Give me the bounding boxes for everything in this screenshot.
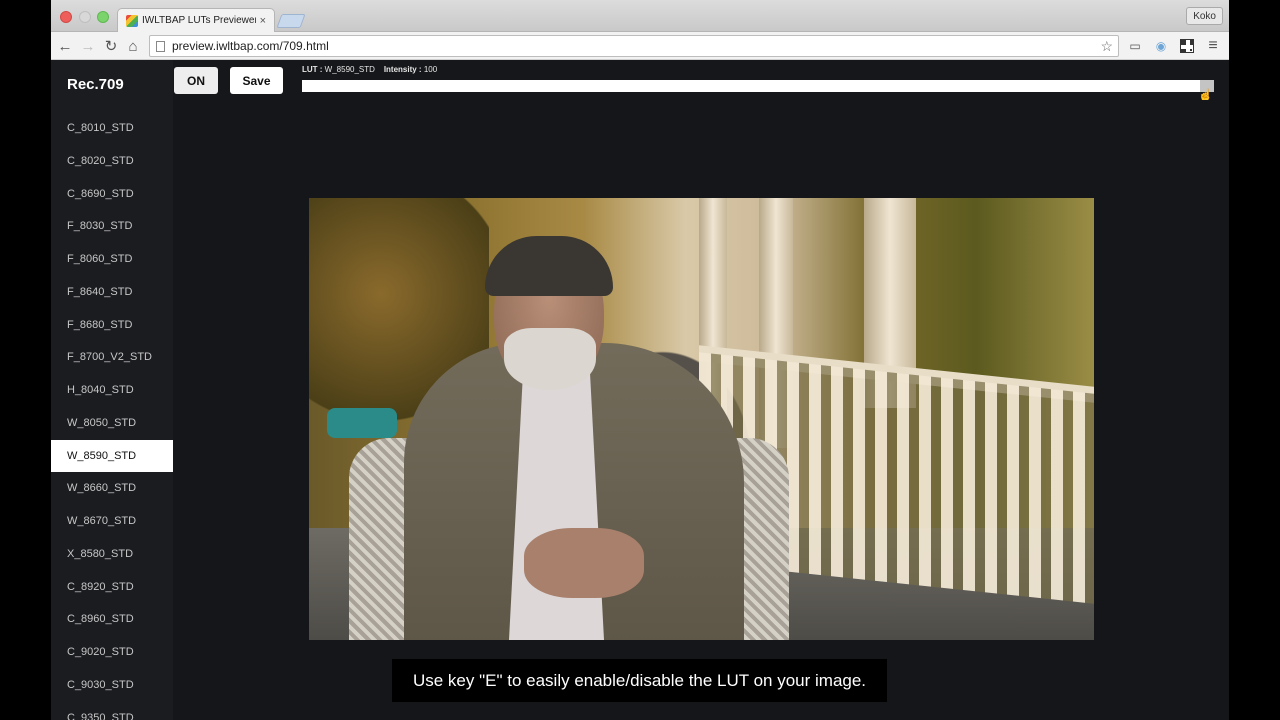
address-url[interactable]: preview.iwltbap.com/709.html: [172, 39, 1100, 53]
new-tab-button[interactable]: [276, 14, 306, 28]
hint-caption: Use key "E" to easily enable/disable the…: [392, 659, 887, 702]
lut-item[interactable]: H_8040_STD: [51, 374, 173, 407]
bookmark-star-icon[interactable]: ☆: [1100, 38, 1113, 55]
lut-item[interactable]: W_8590_STD: [51, 439, 173, 473]
lut-label: LUT :: [302, 65, 323, 74]
lut-item[interactable]: W_8660_STD: [51, 472, 173, 505]
close-window-button[interactable]: [60, 11, 72, 23]
intensity-label: Intensity :: [383, 65, 422, 74]
lut-item[interactable]: F_8700_V2_STD: [51, 341, 173, 374]
qr-code-icon[interactable]: [1179, 38, 1195, 54]
tab-close-icon[interactable]: ×: [260, 15, 266, 27]
tab-bar: IWLTBAP LUTs Previewer × Koko: [51, 0, 1229, 32]
preview-image: [309, 198, 1094, 640]
lut-item[interactable]: C_8690_STD: [51, 178, 173, 211]
intensity-slider[interactable]: [302, 80, 1214, 92]
home-icon[interactable]: ⌂: [123, 36, 143, 56]
page-icon: [156, 40, 165, 52]
profile-button[interactable]: Koko: [1186, 7, 1223, 25]
lut-item[interactable]: F_8030_STD: [51, 210, 173, 243]
lut-list: C_8010_STD C_8020_STD C_8690_STD F_8030_STD…: [51, 112, 173, 720]
intensity-value: 100: [423, 65, 438, 74]
brand-title: Rec.709: [67, 76, 124, 93]
lut-item[interactable]: W_8670_STD: [51, 505, 173, 538]
lut-item[interactable]: C_8960_STD: [51, 603, 173, 636]
tab-title: IWLTBAP LUTs Previewer: [142, 15, 256, 26]
lut-item[interactable]: C_9350_STD: [51, 702, 173, 720]
save-button[interactable]: Save: [230, 67, 283, 94]
lut-value: W_8590_STD: [324, 65, 375, 74]
forward-arrow-icon[interactable]: →: [78, 36, 98, 56]
lut-status: LUT : W_8590_STD Intensity : 100: [302, 65, 437, 74]
reload-icon[interactable]: ↻: [101, 36, 121, 56]
favicon-icon: [126, 14, 138, 27]
back-arrow-icon[interactable]: ←: [55, 36, 75, 56]
maximize-window-button[interactable]: [97, 11, 109, 23]
image-viewer: [173, 100, 1229, 720]
address-bar[interactable]: preview.iwltbap.com/709.html ☆: [149, 35, 1119, 57]
lut-item[interactable]: F_8640_STD: [51, 276, 173, 309]
app-content: Rec.709 C_8010_STD C_8020_STD C_8690_STD F_…: [51, 60, 1229, 720]
lut-item[interactable]: F_8060_STD: [51, 243, 173, 276]
tab-active[interactable]: IWLTBAP LUTs Previewer ×: [117, 8, 275, 32]
browser-toolbar: ← → ↻ ⌂ preview.iwltbap.com/709.html ☆ ▭…: [51, 32, 1229, 60]
lut-toggle-button[interactable]: ON: [174, 67, 218, 94]
lut-item[interactable]: W_8050_STD: [51, 407, 173, 440]
lut-item[interactable]: C_8010_STD: [51, 112, 173, 145]
lut-item[interactable]: C_9020_STD: [51, 636, 173, 669]
lut-item[interactable]: F_8680_STD: [51, 309, 173, 342]
lut-item[interactable]: C_9030_STD: [51, 669, 173, 702]
browser-menu-icon[interactable]: ≡: [1205, 37, 1221, 54]
browser-window: IWLTBAP LUTs Previewer × Koko ← → ↻ ⌂ pr…: [51, 0, 1229, 720]
cast-icon[interactable]: ▭: [1127, 38, 1143, 54]
lut-item[interactable]: X_8580_STD: [51, 538, 173, 571]
minimize-window-button[interactable]: [79, 11, 91, 23]
lut-item[interactable]: C_8920_STD: [51, 571, 173, 604]
camera-extension-icon[interactable]: ◉: [1153, 38, 1169, 54]
lut-sidebar: Rec.709 C_8010_STD C_8020_STD C_8690_STD F_…: [51, 60, 173, 720]
lut-item[interactable]: C_8020_STD: [51, 145, 173, 178]
